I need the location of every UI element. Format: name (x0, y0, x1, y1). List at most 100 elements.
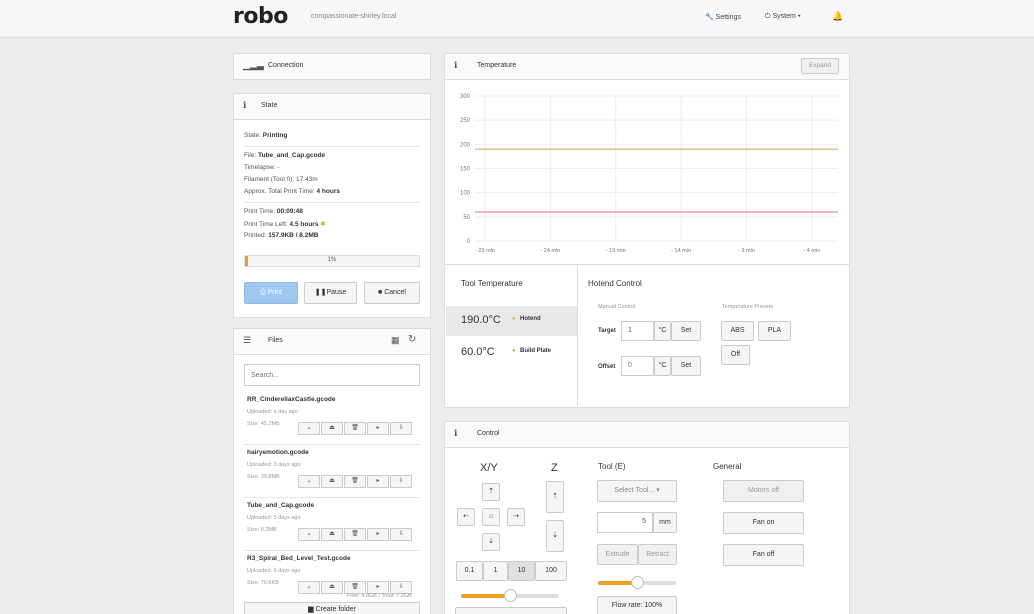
temperature-panel: ℹ Temperature Expand 050100150200250300-… (444, 53, 850, 408)
step-1-button[interactable]: 1 (483, 561, 508, 581)
pause-label: Pause (326, 289, 346, 296)
trash-icon[interactable]: 🗑 (344, 475, 366, 488)
z-down-button[interactable]: ⇣ (546, 520, 564, 552)
files-search-input[interactable] (244, 364, 420, 386)
x-left-button[interactable]: ⇠ (457, 508, 475, 526)
file-list-item[interactable]: Tube_and_Cap.gcodeUploaded: 5 days agoSi… (244, 500, 420, 550)
bed-label: Build Plate (520, 348, 551, 354)
folder-icon[interactable]: ▸ (367, 475, 389, 488)
arrow-down-icon: ⇣ (552, 532, 558, 539)
settings-menu[interactable]: 🔧 Settings (705, 13, 741, 21)
flow-rate-slider[interactable] (598, 581, 676, 585)
bed-row[interactable]: 60.0°C ● Build Plate (446, 338, 577, 368)
divider (244, 497, 420, 498)
preset-off-button[interactable]: Off (721, 345, 750, 365)
folder-icon[interactable]: ▸ (367, 528, 389, 541)
system-menu[interactable]: ⏻ System ▾ (765, 13, 801, 21)
x-right-button[interactable]: ⇢ (507, 508, 525, 526)
flow-rate-button[interactable]: Flow rate: 100% (597, 596, 677, 614)
sd-card-icon[interactable]: ▦ (391, 335, 400, 346)
folder-icon[interactable]: ▸ (367, 422, 389, 435)
stop-icon: ■ (378, 289, 382, 296)
fan-on-button[interactable]: Fan on (723, 512, 804, 534)
preset-pla-button[interactable]: PLA (758, 321, 791, 341)
printed-line: Printed: 157.9KB / 8.2MB (244, 232, 318, 239)
arrow-up-icon: ⇡ (488, 488, 494, 495)
target-input[interactable]: 1 (621, 321, 654, 341)
y-up-button[interactable]: ⇡ (482, 483, 500, 501)
preset-abs-button[interactable]: ABS (721, 321, 754, 341)
retract-button[interactable]: Retract (638, 544, 677, 565)
slider-knob[interactable] (504, 589, 517, 602)
print-icon[interactable]: ⏏ (321, 581, 343, 594)
fan-off-button[interactable]: Fan off (723, 544, 804, 566)
trash-icon[interactable]: 🗑 (344, 528, 366, 541)
step-10-button[interactable]: 10 (508, 561, 535, 581)
feed-rate-slider[interactable] (461, 594, 559, 598)
step-100-button[interactable]: 100 (535, 561, 567, 581)
progress-text: 1% (245, 257, 419, 263)
file-value: Tube_and_Cap.gcode (258, 152, 325, 159)
top-navbar: robo compassionate-shirley.local 🔧 Setti… (0, 0, 1034, 38)
extrude-button[interactable]: Extrude (597, 544, 638, 565)
approx-label: Approx. Total Print Time: (244, 188, 315, 195)
connection-header[interactable]: ▁▂▃ Connection (234, 54, 430, 79)
chevron-down-icon[interactable]: ⌄ (298, 475, 320, 488)
offset-unit: °C (654, 356, 671, 376)
extrude-amount-input[interactable]: 5 (597, 512, 653, 533)
arrow-left-icon: ⇠ (463, 513, 469, 520)
motors-off-button[interactable]: Motors off (723, 480, 804, 502)
step-0-1-button[interactable]: 0.1 (456, 561, 483, 581)
chevron-down-icon[interactable]: ⌄ (298, 528, 320, 541)
print-button[interactable]: ⎙ Print (244, 282, 298, 304)
arrow-up-icon: ⇡ (552, 493, 558, 500)
chevron-down-icon[interactable]: ⌄ (298, 581, 320, 594)
state-value: Printing (263, 132, 288, 139)
create-folder-button[interactable]: ▆ Create folder (244, 602, 420, 614)
control-panel: ℹ Control X/Y Z ⇡ ⇠ ⌂ ⇢ ⇣ ⇡ ⇣ 0.1 1 10 1… (444, 421, 850, 614)
download-icon[interactable]: ⇩ (390, 422, 412, 435)
state-line: State: Printing (244, 132, 287, 139)
timeleft-value: 4.5 hours (290, 221, 319, 228)
expand-button[interactable]: Expand (801, 58, 839, 74)
file-list-item[interactable]: hairyemotion.gcodeUploaded: 3 days agoSi… (244, 447, 420, 497)
hotend-row[interactable]: 190.0°C ● Hotend (446, 306, 577, 336)
slider-knob[interactable] (631, 576, 644, 589)
file-list-item[interactable]: RR_CinderellaxCastle.gcodeUploaded: a da… (244, 394, 420, 444)
pause-button[interactable]: ❚❚Pause (304, 282, 357, 304)
cancel-button[interactable]: ■ Cancel (364, 282, 420, 304)
files-panel: ☰ Files ▦ ↻ RR_CinderellaxCastle.gcodeUp… (233, 328, 431, 614)
download-icon[interactable]: ⇩ (390, 528, 412, 541)
offset-input[interactable]: 0 (621, 356, 654, 376)
chevron-down-icon[interactable]: ⌄ (298, 422, 320, 435)
bell-icon[interactable]: 🔔 (832, 11, 843, 22)
z-up-button[interactable]: ⇡ (546, 481, 564, 513)
print-icon[interactable]: ⏏ (321, 528, 343, 541)
y-tick-label: 0 (467, 239, 471, 245)
control-header: ℹ Control (445, 422, 849, 448)
control-title: Control (477, 430, 500, 437)
arrow-right-icon: ⇢ (513, 513, 519, 520)
state-header[interactable]: ℹ State (234, 94, 430, 120)
download-icon[interactable]: ⇩ (390, 475, 412, 488)
state-label: State: (244, 132, 261, 139)
file-uploaded: Uploaded: a day ago (247, 409, 298, 415)
printtime-label: Print Time: (244, 208, 275, 215)
y-down-button[interactable]: ⇣ (482, 533, 500, 551)
divider (244, 146, 420, 147)
target-set-button[interactable]: Set (671, 321, 701, 341)
xy-home-button[interactable]: ⌂ (482, 508, 500, 526)
temperature-header: ℹ Temperature Expand (445, 54, 849, 80)
folder-icon: ▆ (308, 606, 313, 613)
refresh-icon[interactable]: ↻ (408, 334, 416, 345)
print-icon[interactable]: ⏏ (321, 475, 343, 488)
trash-icon[interactable]: 🗑 (344, 422, 366, 435)
manual-control-label: Manual Control (598, 304, 635, 310)
file-uploaded: Uploaded: 5 days ago (247, 515, 301, 521)
logo[interactable]: robo (233, 4, 288, 29)
select-tool-dropdown[interactable]: Select Tool... ▾ (597, 480, 677, 502)
tool-label: Tool (E) (598, 462, 626, 471)
print-icon[interactable]: ⏏ (321, 422, 343, 435)
file-name: hairyemotion.gcode (247, 449, 309, 456)
offset-set-button[interactable]: Set (671, 356, 701, 376)
